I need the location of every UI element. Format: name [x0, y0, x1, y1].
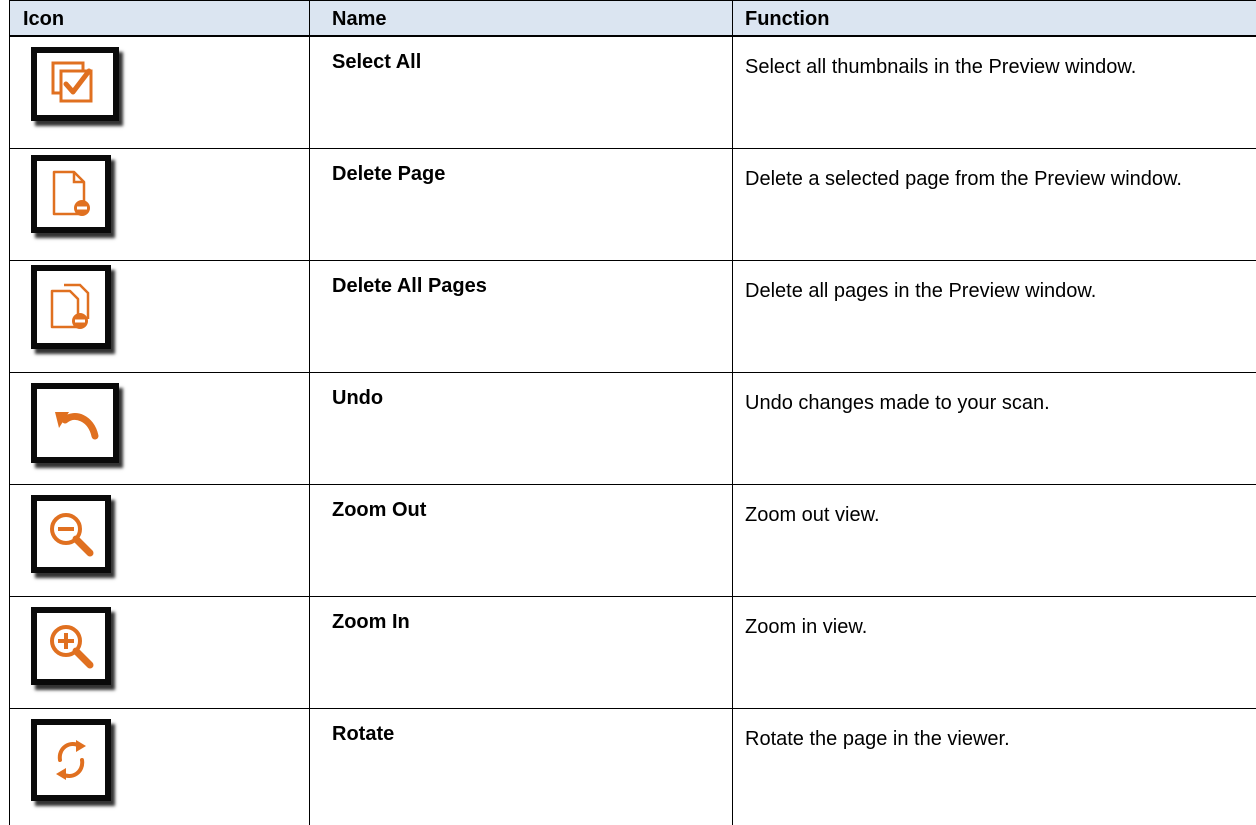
rotate-icon [31, 719, 111, 801]
header-function: Function [745, 8, 830, 30]
zoom-in-icon [31, 607, 111, 685]
header-icon: Icon [23, 8, 65, 30]
table-row: Undo Undo changes made to your scan. [9, 373, 1256, 485]
row-function: Delete all pages in the Preview window. [745, 280, 1097, 302]
row-function: Select all thumbnails in the Preview win… [745, 56, 1137, 78]
delete-all-pages-icon [31, 265, 111, 349]
table-row: Zoom In Zoom in view. [9, 597, 1256, 709]
zoom-out-icon [31, 495, 111, 573]
row-function: Rotate the page in the viewer. [745, 728, 1010, 750]
row-name: Zoom In [332, 611, 410, 633]
delete-page-icon [31, 155, 111, 233]
table-row: Select All Select all thumbnails in the … [9, 37, 1256, 149]
row-name: Select All [332, 51, 422, 73]
undo-icon [31, 383, 119, 463]
row-function: Zoom in view. [745, 616, 868, 638]
table-row: Zoom Out Zoom out view. [9, 485, 1256, 597]
select-all-icon [31, 47, 119, 121]
icon-reference-table: Icon Name Function Select All Select all… [9, 0, 1256, 825]
header-name: Name [332, 8, 387, 30]
row-function: Zoom out view. [745, 504, 880, 526]
row-name: Rotate [332, 723, 395, 745]
table-row: Rotate Rotate the page in the viewer. [9, 709, 1256, 821]
row-name: Delete Page [332, 163, 446, 185]
table-row: Delete All Pages Delete all pages in the… [9, 261, 1256, 373]
table-row: Delete Page Delete a selected page from … [9, 149, 1256, 261]
row-function: Undo changes made to your scan. [745, 392, 1050, 414]
row-name: Delete All Pages [332, 275, 487, 297]
row-name: Zoom Out [332, 499, 427, 521]
table-header-row: Icon Name Function [9, 0, 1256, 36]
row-function: Delete a selected page from the Preview … [745, 168, 1182, 190]
row-name: Undo [332, 387, 384, 409]
